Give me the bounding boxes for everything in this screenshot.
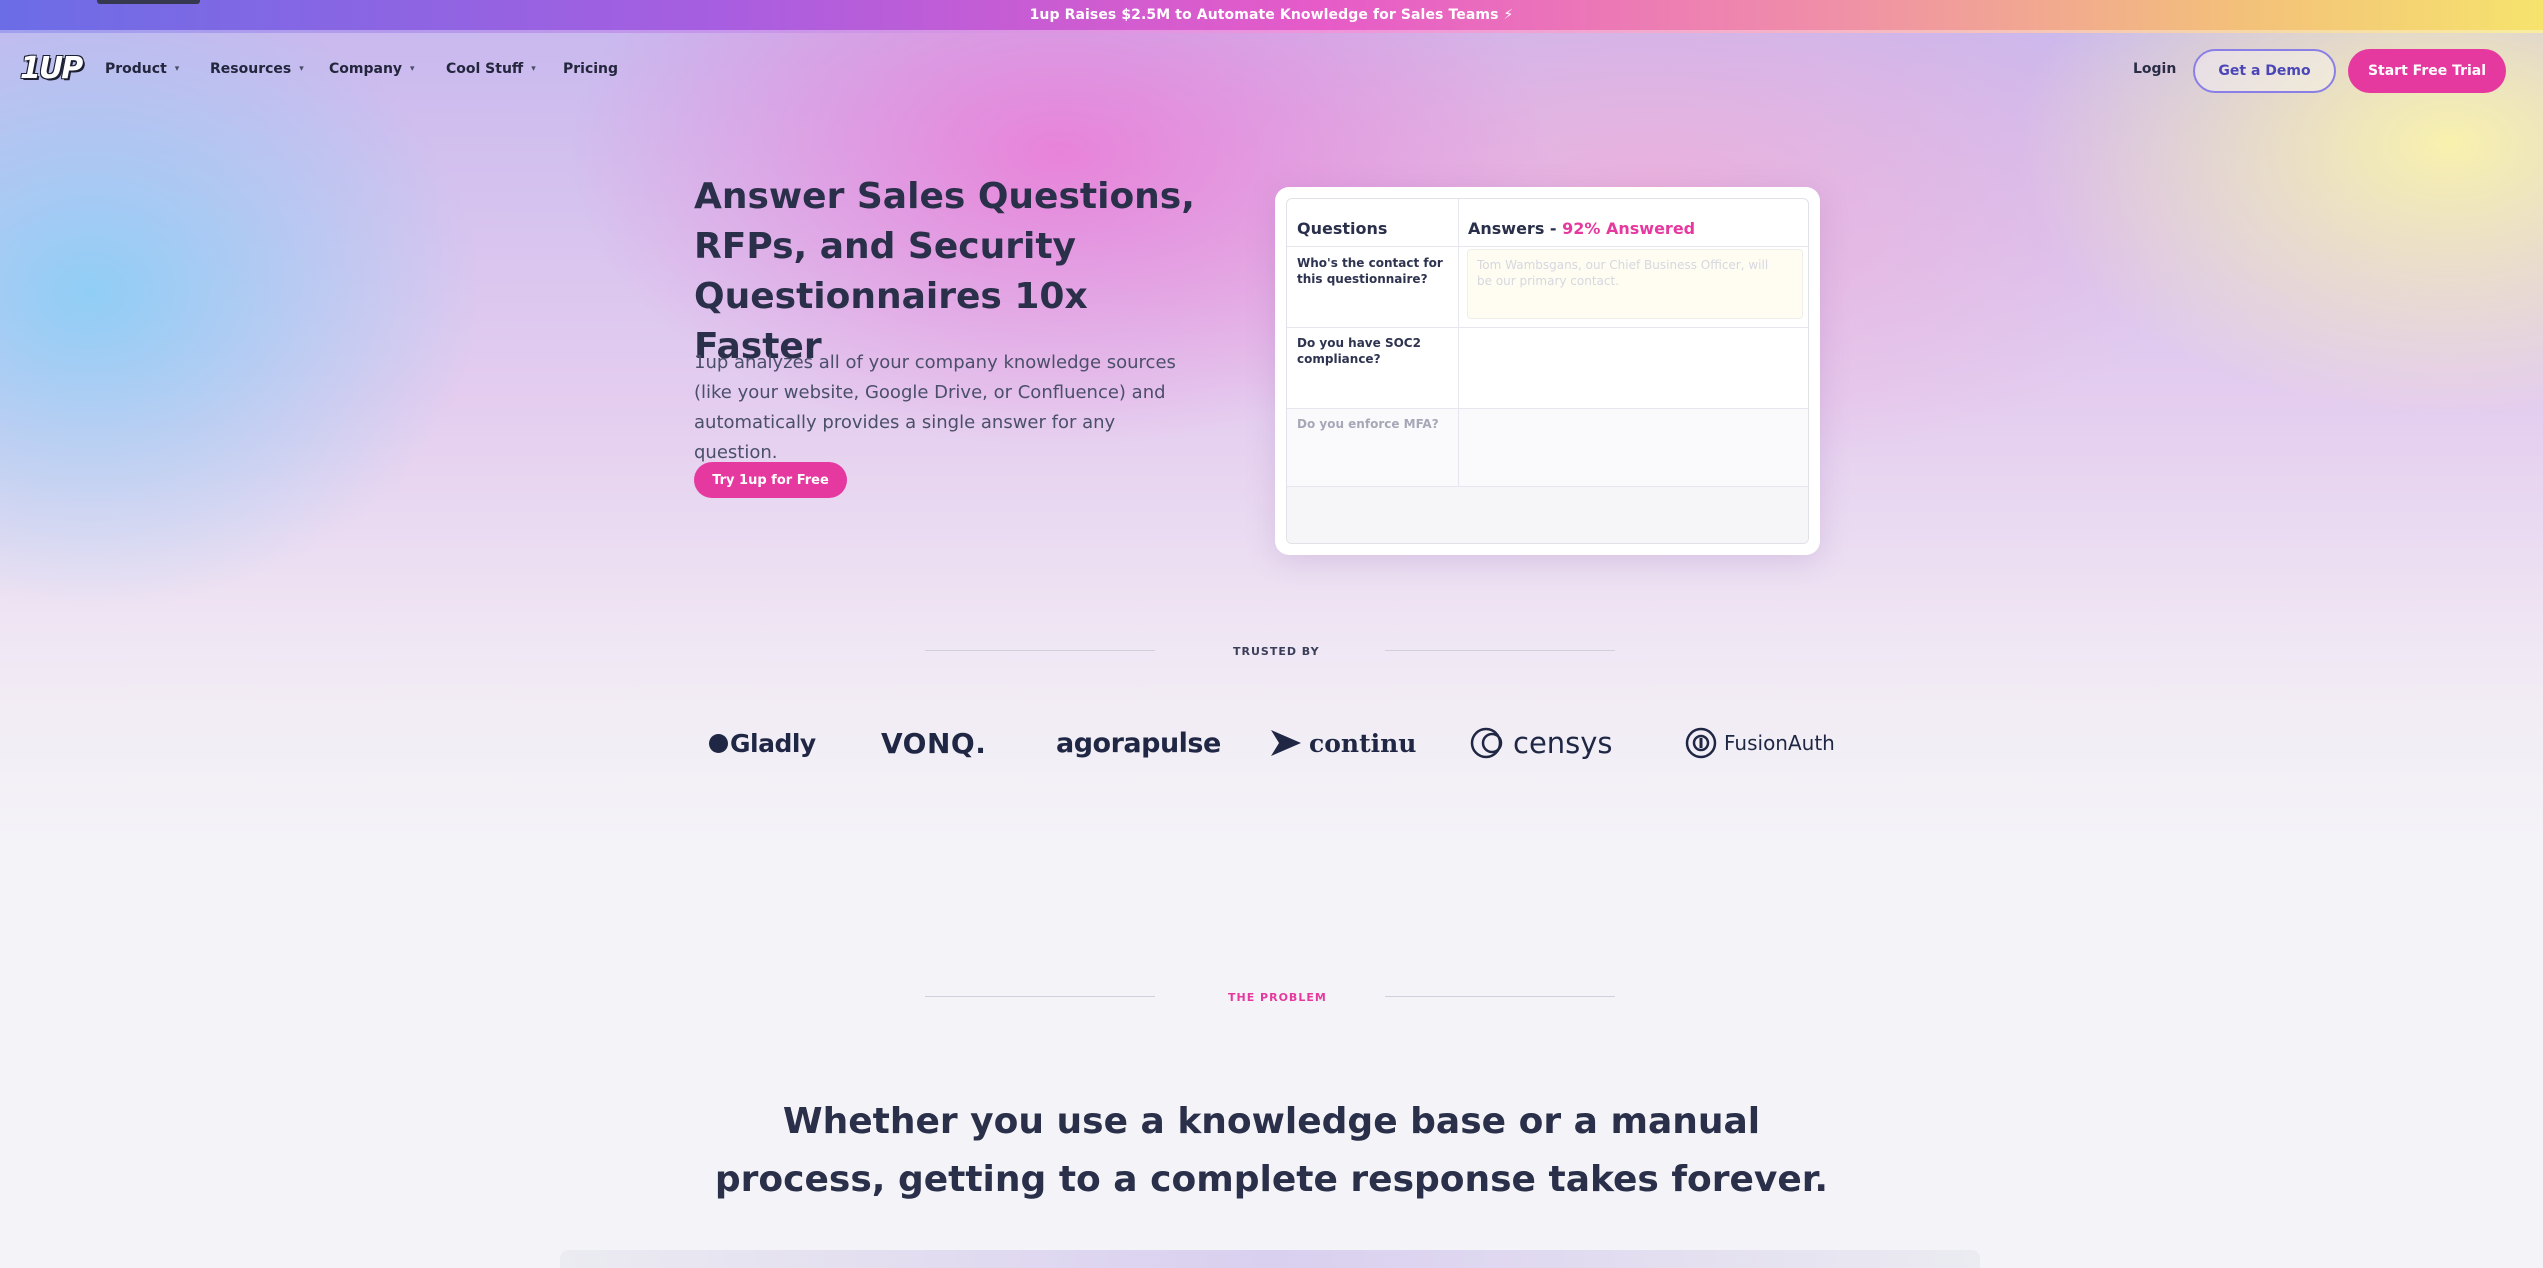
nav-item-label: Pricing — [563, 61, 619, 77]
trusted-by-label: TRUSTED BY — [1233, 645, 1320, 658]
logo-vonq: VONQ. — [881, 726, 987, 760]
logo[interactable]: 1UP — [20, 50, 84, 86]
logo-continu-text: continu — [1309, 728, 1417, 758]
column-divider — [1458, 199, 1459, 486]
nav-item-pricing[interactable]: Pricing — [563, 61, 618, 77]
try-free-button[interactable]: Try 1up for Free — [694, 462, 847, 498]
logo-fusionauth: FusionAuth — [1684, 718, 1835, 768]
question-cell: Do you have SOC2 compliance? — [1297, 336, 1421, 366]
logo-fusionauth-text: FusionAuth — [1724, 731, 1835, 755]
logo-gladly-text: Gladly — [730, 728, 816, 758]
questions-header: Questions — [1297, 219, 1388, 238]
nav-item-product[interactable]: Product ▾ — [105, 61, 179, 77]
nav-item-cool-stuff[interactable]: Cool Stuff ▾ — [446, 61, 536, 77]
login-link[interactable]: Login — [2133, 61, 2176, 77]
question-cell: Do you enforce MFA? — [1297, 417, 1439, 431]
start-free-trial-button[interactable]: Start Free Trial — [2348, 49, 2506, 93]
divider-left — [925, 996, 1155, 997]
divider-right — [1385, 650, 1615, 651]
row-divider — [1287, 486, 1808, 487]
censys-rings-icon — [1470, 727, 1503, 759]
answered-percentage: 92% Answered — [1562, 219, 1696, 238]
nav-item-label: Product — [105, 61, 167, 77]
divider-left — [925, 650, 1155, 651]
problem-title: Whether you use a knowledge base or a ma… — [714, 1101, 1829, 1200]
customer-logos: Gladly VONQ. agorapulse continu censys F… — [694, 718, 1849, 768]
answers-header: Answers - 92% Answered — [1468, 219, 1695, 238]
logo-wordmark: 1UP — [20, 50, 83, 86]
get-demo-button[interactable]: Get a Demo — [2193, 49, 2336, 93]
nav-item-resources[interactable]: Resources ▾ — [210, 61, 304, 77]
main-nav: 1UP Product ▾ Resources ▾ Company ▾ Cool… — [0, 33, 2543, 105]
table-footer — [1287, 487, 1808, 543]
logo-gladly: Gladly — [709, 718, 816, 768]
chevron-down-icon: ▾ — [174, 64, 180, 74]
chevron-down-icon: ▾ — [299, 64, 304, 74]
hero-subtitle: 1up analyzes all of your company knowled… — [694, 352, 1176, 463]
continu-arrow-icon — [1271, 730, 1301, 756]
announcement-text[interactable]: 1up Raises $2.5M to Automate Knowledge f… — [1030, 7, 1514, 23]
logo-censys: censys — [1469, 718, 1613, 768]
nav-item-label: Cool Stuff — [446, 61, 524, 77]
row-divider — [1287, 246, 1808, 247]
questionnaire-table: Questions Answers - 92% Answered Who's t… — [1286, 198, 1809, 544]
logo-agorapulse: agorapulse — [1056, 727, 1221, 759]
answer-cell: Tom Wambsgans, our Chief Business Office… — [1477, 258, 1769, 288]
nav-item-label: Company — [329, 61, 403, 77]
fusionauth-shield-icon — [1685, 727, 1717, 759]
chevron-down-icon: ▾ — [410, 64, 415, 74]
next-section-preview — [560, 1250, 1980, 1268]
gladly-dot-icon — [709, 733, 728, 753]
problem-eyebrow: THE PROBLEM — [1228, 991, 1327, 1004]
logo-censys-text: censys — [1513, 726, 1613, 760]
answers-header-label: Answers - — [1468, 219, 1563, 238]
announcement-bar[interactable]: 1up Raises $2.5M to Automate Knowledge f… — [0, 0, 2543, 33]
chevron-down-icon: ▾ — [531, 64, 536, 74]
row-divider — [1287, 327, 1808, 328]
row-divider — [1287, 408, 1808, 409]
question-cell: Who's the contact for this questionnaire… — [1297, 256, 1443, 286]
nav-item-label: Resources — [210, 61, 292, 77]
questionnaire-demo-card: Questions Answers - 92% Answered Who's t… — [1275, 187, 1820, 555]
announcement-tab — [97, 0, 200, 4]
logo-continu: continu — [1269, 718, 1416, 768]
nav-item-company[interactable]: Company ▾ — [329, 61, 415, 77]
hero-title: Answer Sales Questions, RFPs, and Securi… — [694, 176, 1195, 367]
divider-right — [1385, 996, 1615, 997]
